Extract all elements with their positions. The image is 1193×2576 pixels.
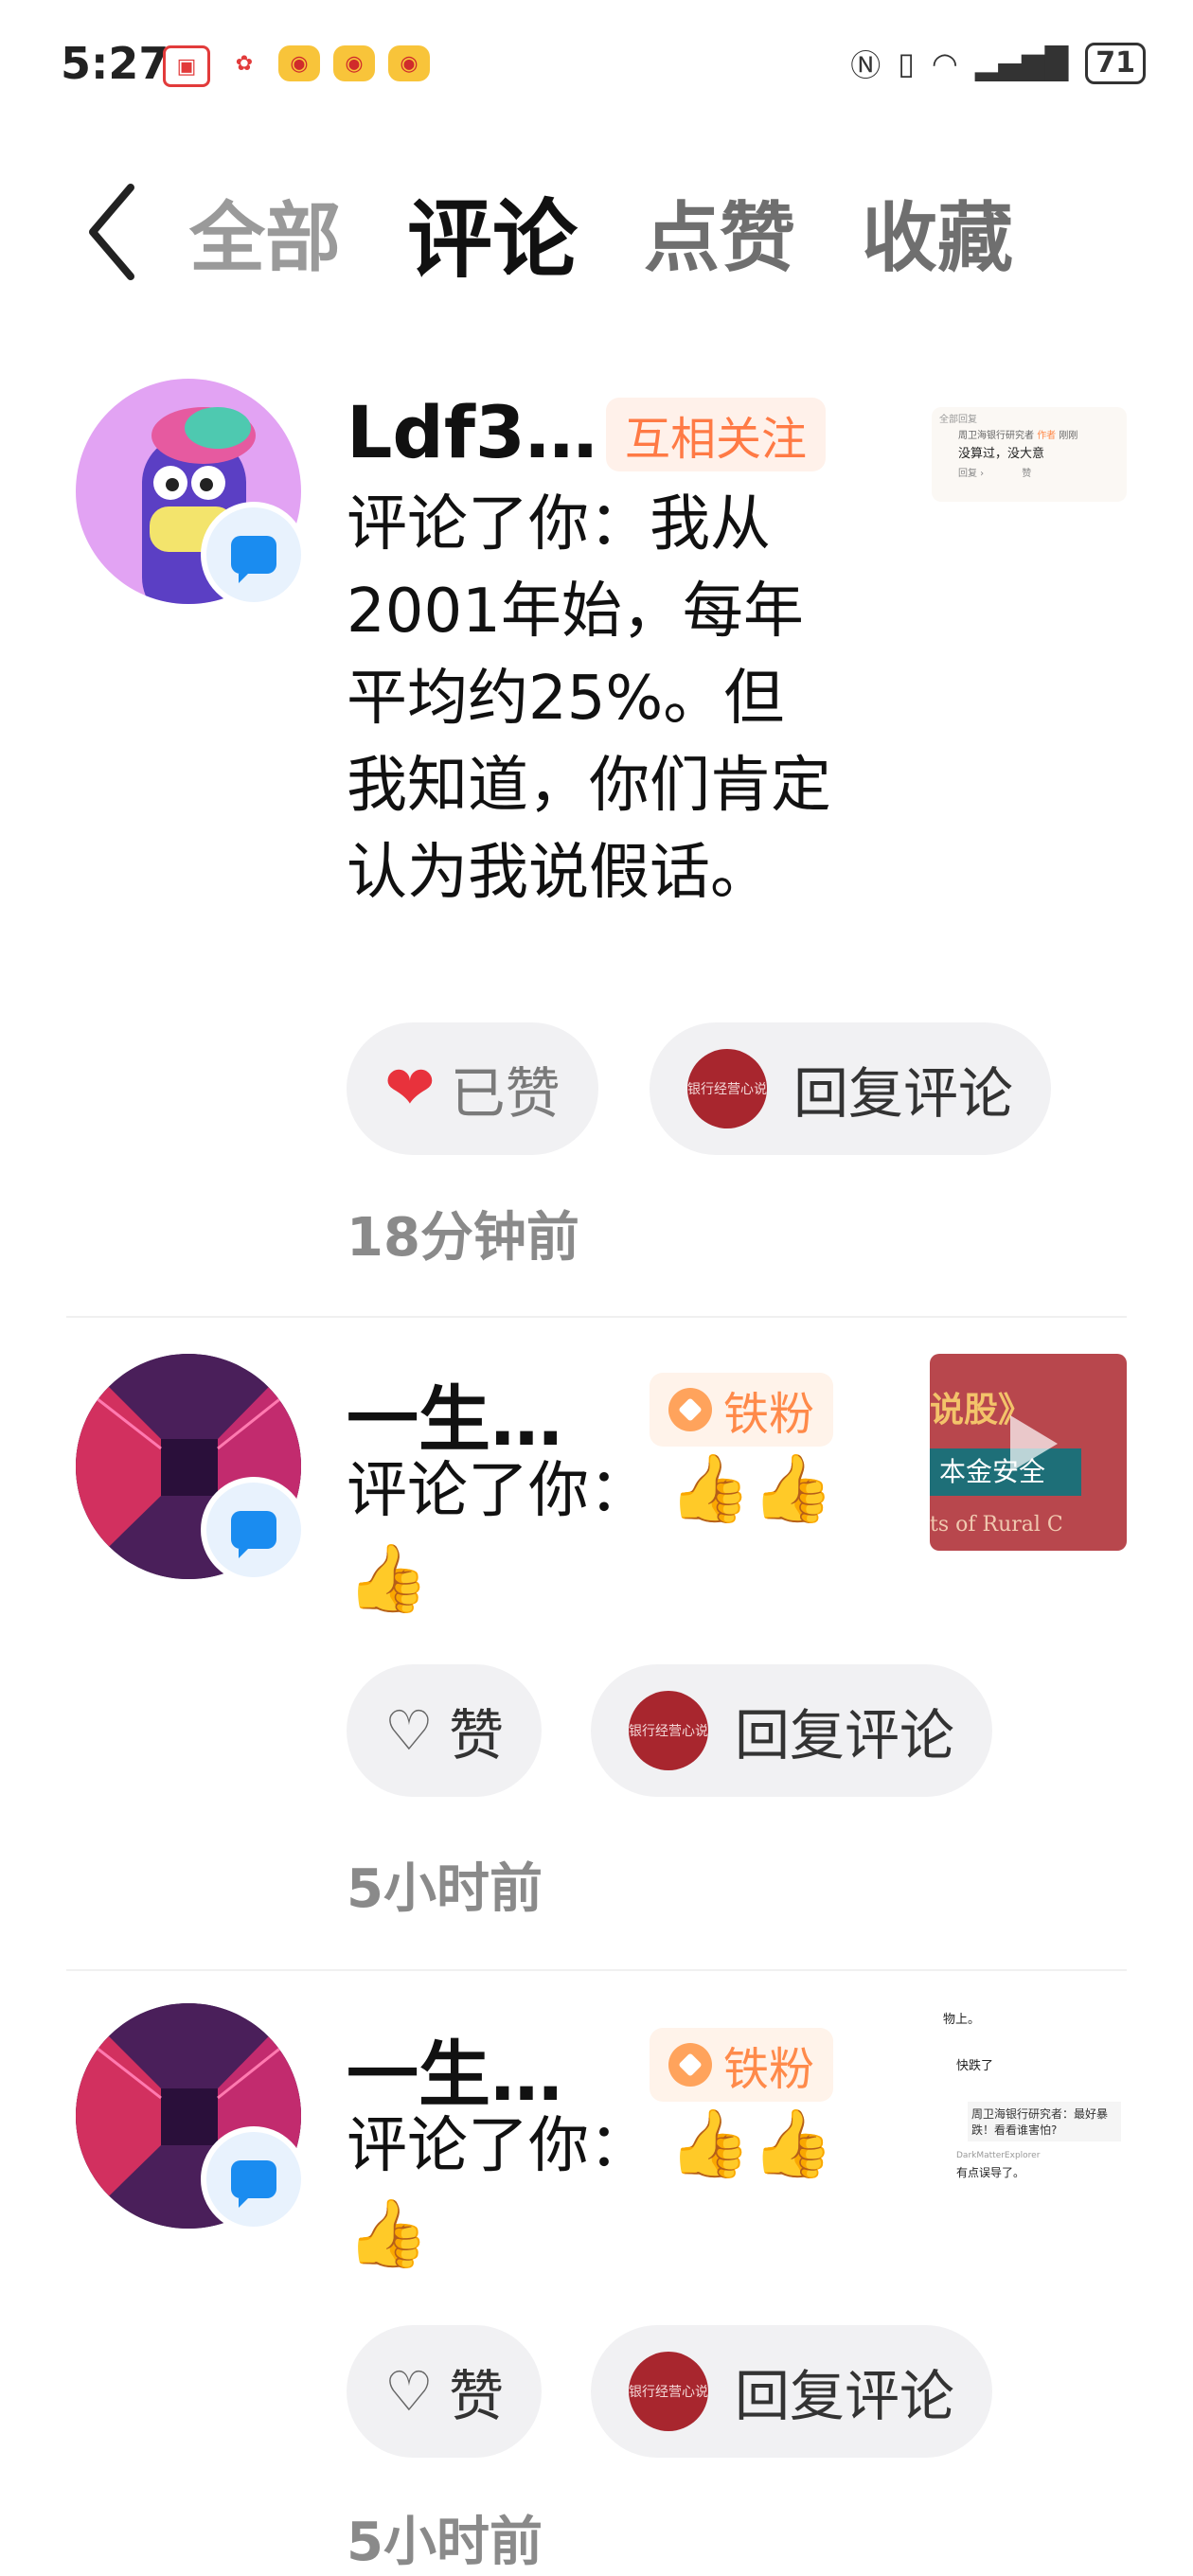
comment-badge <box>201 1477 307 1583</box>
comment-prefix: 评论了你： <box>347 1456 650 1526</box>
video-app-icon: ▣ <box>163 45 210 87</box>
chevron-left-icon <box>89 184 134 280</box>
like-button[interactable]: ❤ 已赞 <box>347 1022 598 1155</box>
timestamp: 5小时前 <box>347 1858 543 1920</box>
thumb-line: 周卫海银行研究者：最好暴跌！看看谁害怕? <box>968 2102 1121 2141</box>
weibo-icon: ◉ <box>278 45 320 81</box>
thumb-comment: 没算过，没大意 <box>958 447 1045 461</box>
divider <box>66 1316 1127 1318</box>
user-name[interactable]: Ldf3… <box>347 390 597 474</box>
mutual-follow-tag: 互相关注 <box>606 398 827 471</box>
fan-label: 铁粉 <box>723 1388 815 1441</box>
thumbs-up-icon: 👍 <box>347 2194 430 2272</box>
like-label: 赞 <box>449 2364 505 2428</box>
timestamp: 18分钟前 <box>347 1207 579 1269</box>
reply-comment-button[interactable]: 银行经营心说 回复评论 <box>650 1022 1052 1155</box>
comment-badge <box>201 2126 307 2232</box>
thumb-reply: 回复 › <box>958 469 985 479</box>
iron-fan-tag: 铁粉 <box>650 2028 834 2102</box>
like-button[interactable]: ♡ 赞 <box>347 2325 543 2458</box>
thumbs-up-icon: 👍 <box>347 1539 430 1617</box>
thumbs-up-icon: 👍 <box>751 1449 834 1527</box>
heart-filled-icon: ❤ <box>384 1054 436 1124</box>
thumb-line: 物上。 <box>943 2013 981 2027</box>
signal-icon: ▂▄▆█ <box>974 45 1069 81</box>
play-icon <box>1010 1415 1058 1472</box>
reply-label: 回复评论 <box>735 1703 955 1768</box>
nfc-icon: Ⓝ <box>850 47 881 83</box>
tab-bar: 全部 评论 点赞 收藏 <box>189 177 1079 290</box>
comment-icon <box>231 536 276 583</box>
heart-outline-icon: ♡ <box>384 1698 434 1763</box>
weibo-icon: ◉ <box>333 45 375 81</box>
fan-label: 铁粉 <box>723 2043 815 2096</box>
thumb-ago: 刚刚 <box>1059 431 1078 441</box>
comment-prefix: 评论了你： <box>347 2111 650 2181</box>
reply-comment-button[interactable]: 银行经营心说 回复评论 <box>591 2325 993 2458</box>
tab-comments[interactable]: 评论 <box>407 170 578 293</box>
thumb-line: 有点误导了。 <box>956 2166 1025 2179</box>
back-button[interactable] <box>83 180 140 284</box>
thumbs-up-icon: 👍 <box>751 2105 834 2182</box>
thumb-badge: 作者 <box>1037 431 1057 441</box>
my-avatar: 银行经营心说 <box>687 1049 767 1128</box>
comment-icon <box>231 2160 276 2208</box>
heart-outline-icon: ♡ <box>384 2359 434 2424</box>
system-indicators: Ⓝ ▯ ◠ ▂▄▆█ 71 <box>850 42 1146 85</box>
notification-icons: ▣ ✿ ◉ ◉ ◉ <box>163 45 430 87</box>
my-avatar: 银行经营心说 <box>629 2352 708 2431</box>
reply-label: 回复评论 <box>735 2364 955 2428</box>
bank-app-icon: ✿ <box>223 45 265 81</box>
post-thumbnail[interactable]: 说股》 本金安全 ts of Rural C <box>930 1354 1127 1551</box>
reply-label: 回复评论 <box>793 1061 1014 1126</box>
like-label: 赞 <box>449 1703 505 1768</box>
reply-comment-button[interactable]: 银行经营心说 回复评论 <box>591 1664 993 1797</box>
status-time: 5:27 <box>61 38 169 89</box>
iron-fan-tag: 铁粉 <box>650 1373 834 1447</box>
wifi-icon: ◠ <box>931 45 958 81</box>
thumbs-up-icon: 👍 <box>668 1449 752 1527</box>
thumb-subtitle: ts of Rural C <box>930 1513 1063 1537</box>
comment-text: 评论了你： 👍👍 👍 <box>347 2100 877 2280</box>
vibrate-icon: ▯ <box>898 45 915 81</box>
comment-text: 评论了你： 👍👍 👍 <box>347 1445 877 1625</box>
comment-icon <box>231 1511 276 1558</box>
like-button[interactable]: ♡ 赞 <box>347 1664 543 1797</box>
fan-badge-icon <box>668 2043 712 2087</box>
thumb-line: DarkMatterExplorer <box>956 2151 1041 2160</box>
thumb-author: 周卫海银行研究者 <box>958 431 1034 441</box>
timestamp: 5小时前 <box>347 2512 543 2573</box>
weibo-icon: ◉ <box>388 45 430 81</box>
like-label: 已赞 <box>450 1061 561 1126</box>
battery-indicator: 71 <box>1085 43 1146 84</box>
comment-text: 评论了你：我从2001年始，每年平均约25%。但我知道，你们肯定认为我说假话。 <box>347 489 831 908</box>
thumb-header: 全部回复 <box>939 415 977 425</box>
thumbs-up-icon: 👍 <box>668 2105 752 2182</box>
my-avatar: 银行经营心说 <box>629 1691 708 1770</box>
tab-likes[interactable]: 点赞 <box>644 177 795 287</box>
comment-badge <box>201 502 307 608</box>
thumb-line: 快跌了 <box>956 2059 994 2073</box>
thumb-like: 赞 <box>1022 469 1032 479</box>
status-bar: 5:27 ▣ ✿ ◉ ◉ ◉ Ⓝ ▯ ◠ ▂▄▆█ 71 <box>0 0 1193 142</box>
tab-favorites[interactable]: 收藏 <box>862 177 1013 287</box>
divider <box>66 1969 1127 1971</box>
post-thumbnail[interactable]: 全部回复 周卫海银行研究者 作者 刚刚 没算过，没大意 回复 › 赞 <box>932 407 1127 502</box>
fan-badge-icon <box>668 1388 712 1431</box>
tab-all[interactable]: 全部 <box>189 177 341 287</box>
post-thumbnail[interactable]: 物上。 快跌了 周卫海银行研究者：最好暴跌！看看谁害怕? DarkMatterE… <box>930 2003 1127 2221</box>
